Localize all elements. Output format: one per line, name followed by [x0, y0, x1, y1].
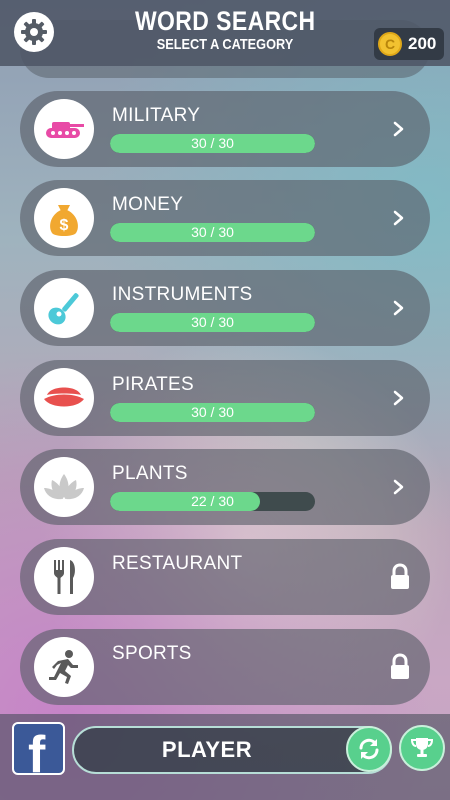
- category-label: MONEY: [112, 194, 184, 215]
- progress-text: 22 / 30: [191, 493, 234, 509]
- category-card-pirates[interactable]: PIRATES 30 / 30: [20, 360, 430, 436]
- facebook-button[interactable]: f: [12, 722, 65, 775]
- chevron-right-icon[interactable]: [388, 387, 410, 409]
- category-label: PIRATES: [112, 374, 194, 395]
- category-card-sports[interactable]: SPORTS: [20, 629, 430, 705]
- money-bag-icon: $: [34, 188, 94, 248]
- category-label: PLANTS: [112, 463, 188, 484]
- guitar-icon: [34, 278, 94, 338]
- lotus-icon: [34, 457, 94, 517]
- fork-knife-icon: [34, 547, 94, 607]
- category-label: SPORTS: [112, 643, 192, 664]
- category-card-plants[interactable]: PLANTS 22 / 30: [20, 449, 430, 525]
- pirate-hat-icon: [34, 368, 94, 428]
- category-card-money[interactable]: $ MONEY 30 / 30: [20, 180, 430, 256]
- runner-icon: [34, 637, 94, 697]
- coin-count: 200: [408, 34, 437, 53]
- facebook-icon: f: [28, 726, 46, 775]
- chevron-right-icon[interactable]: [388, 476, 410, 498]
- category-card-military[interactable]: MILITARY 30 / 30: [20, 91, 430, 167]
- trophy-button[interactable]: [399, 725, 445, 771]
- chevron-right-icon[interactable]: [388, 207, 410, 229]
- progress-bar: 30 / 30: [110, 223, 315, 242]
- progress-text: 30 / 30: [191, 135, 234, 151]
- category-label: RESTAURANT: [112, 553, 243, 574]
- progress-text: 30 / 30: [191, 224, 234, 240]
- refresh-button[interactable]: [346, 726, 392, 772]
- progress-bar: 30 / 30: [110, 313, 315, 332]
- page-subtitle: SELECT A CATEGORY: [156, 36, 294, 53]
- tank-icon: [34, 99, 94, 159]
- chevron-right-icon[interactable]: [388, 118, 410, 140]
- header-bar: WORD SEARCH SELECT A CATEGORY C 200: [0, 0, 450, 66]
- category-label: INSTRUMENTS: [112, 284, 253, 305]
- player-name: PLAYER: [161, 737, 253, 762]
- progress-bar: 30 / 30: [110, 403, 315, 422]
- progress-bar: 30 / 30: [110, 134, 315, 153]
- category-card-instruments[interactable]: INSTRUMENTS 30 / 30: [20, 270, 430, 346]
- progress-bar: 22 / 30: [110, 492, 315, 511]
- player-name-bar[interactable]: PLAYER: [72, 726, 392, 774]
- lock-icon: [388, 563, 412, 591]
- coin-icon: C: [378, 32, 402, 56]
- category-label: MILITARY: [112, 105, 201, 126]
- trophy-icon: [410, 738, 434, 757]
- category-card-restaurant[interactable]: RESTAURANT: [20, 539, 430, 615]
- svg-text:$: $: [60, 217, 69, 234]
- progress-text: 30 / 30: [191, 404, 234, 420]
- bottom-bar: f PLAYER: [0, 714, 450, 800]
- coin-balance[interactable]: C 200: [374, 28, 444, 60]
- lock-icon: [388, 653, 412, 681]
- app-title: WORD SEARCH: [134, 6, 316, 36]
- refresh-icon: [359, 738, 379, 760]
- chevron-right-icon[interactable]: [388, 297, 410, 319]
- progress-text: 30 / 30: [191, 314, 234, 330]
